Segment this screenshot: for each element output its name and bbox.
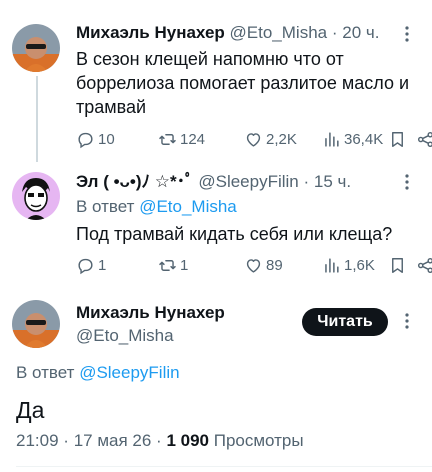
user-handle[interactable]: @SleepyFilin (198, 172, 298, 191)
bookmark-button[interactable] (388, 128, 407, 150)
tweet-time[interactable]: 21:09 (16, 431, 59, 450)
tweet-thread-page: { "thread": [ { "display_name": "Михаэль… (0, 0, 432, 472)
views-label: Просмотры (213, 431, 304, 450)
main-display-name[interactable]: Михаэль Нунахер (76, 302, 225, 324)
views-button[interactable]: 36,4K (322, 128, 383, 150)
like-count: 2,2K (266, 130, 297, 148)
reply-button[interactable]: 1 (76, 254, 106, 276)
views-total: 1 090 (166, 431, 209, 450)
separator: · (331, 23, 338, 42)
bookmark-button[interactable] (388, 254, 407, 276)
tweet-time[interactable]: 15 ч. (314, 172, 351, 191)
divider (16, 466, 432, 467)
retweet-button[interactable]: 1 (158, 254, 188, 276)
retweet-icon (159, 133, 176, 145)
share-button[interactable] (416, 254, 432, 276)
reply-button[interactable]: 10 (76, 128, 115, 150)
bookmark-icon (392, 257, 403, 273)
tweet-metadata: 21:09 · 17 мая 26 · 1 090 Просмотры (16, 430, 304, 452)
display-name[interactable]: Эл ( •ᴗ•)ﾉ ☆*･ﾟ (76, 172, 194, 191)
like-icon (246, 132, 261, 147)
views-icon (325, 131, 339, 147)
tweet-time[interactable]: 20 ч. (342, 23, 379, 42)
tweet-header: Эл ( •ᴗ•)ﾉ ☆*･ﾟ @SleepyFilin · 15 ч. (76, 171, 351, 193)
reply-to-link[interactable]: @Eto_Misha (139, 197, 237, 216)
more-icon[interactable] (398, 173, 416, 191)
reply-context: В ответ @Eto_Misha (76, 196, 237, 218)
retweet-button[interactable]: 124 (158, 128, 205, 150)
reply-prefix: В ответ (16, 363, 75, 382)
separator: · (156, 431, 162, 450)
reply-icon (78, 258, 93, 274)
retweet-icon (159, 259, 176, 271)
main-user-handle[interactable]: @Eto_Misha (76, 325, 174, 347)
avatar[interactable] (12, 300, 60, 348)
reply-prefix: В ответ (76, 197, 135, 216)
reply-icon (78, 132, 93, 148)
tweet-actions: 10 124 2,2K 36,4K (76, 128, 432, 150)
display-name[interactable]: Михаэль Нунахер (76, 303, 225, 322)
user-handle[interactable]: @Eto_Misha (76, 326, 174, 345)
share-icon (417, 131, 432, 147)
views-count: 1,6K (344, 256, 375, 274)
more-icon[interactable] (398, 25, 416, 43)
thread-tweet-2[interactable]: Эл ( •ᴗ•)ﾉ ☆*･ﾟ @SleepyFilin · 15 ч. В о… (0, 160, 432, 285)
main-tweet-text: Да (16, 397, 45, 423)
user-handle[interactable]: @Eto_Misha (230, 23, 328, 42)
display-name[interactable]: Михаэль Нунахер (76, 23, 225, 42)
tweet-actions: 1 1 89 1,6K (76, 254, 432, 276)
views-button[interactable]: 1,6K (322, 254, 375, 276)
tweet-date[interactable]: 17 мая 26 (74, 431, 152, 450)
retweet-count: 124 (180, 130, 206, 148)
like-icon (246, 258, 261, 273)
tweet-header: Михаэль Нунахер @Eto_Misha · 20 ч. (76, 22, 379, 44)
share-button[interactable] (416, 128, 432, 150)
reply-context: В ответ @SleepyFilin (16, 362, 180, 384)
bookmark-icon (392, 131, 403, 147)
tweet-text: Под трамвай кидать себя или клеща? (76, 224, 393, 244)
reply-to-link[interactable]: @SleepyFilin (79, 363, 179, 382)
views-count: 36,4K (344, 130, 384, 148)
like-button[interactable]: 89 (244, 254, 283, 276)
more-icon[interactable] (398, 312, 416, 330)
views-icon (325, 257, 339, 273)
like-button[interactable]: 2,2K (244, 128, 297, 150)
follow-button[interactable]: Читать (302, 308, 388, 336)
share-icon (417, 257, 432, 273)
retweet-count: 1 (180, 256, 189, 274)
reply-count: 10 (98, 130, 115, 148)
separator: · (303, 172, 310, 191)
thread-tweet-1[interactable]: Михаэль Нунахер @Eto_Misha · 20 ч. В сез… (0, 0, 432, 160)
reply-count: 1 (98, 256, 107, 274)
avatar[interactable] (12, 172, 60, 220)
separator: · (63, 431, 69, 450)
tweet-text: В сезон клещей напомню что от боррелиоза… (76, 49, 410, 117)
like-count: 89 (266, 256, 283, 274)
avatar[interactable] (12, 24, 60, 72)
